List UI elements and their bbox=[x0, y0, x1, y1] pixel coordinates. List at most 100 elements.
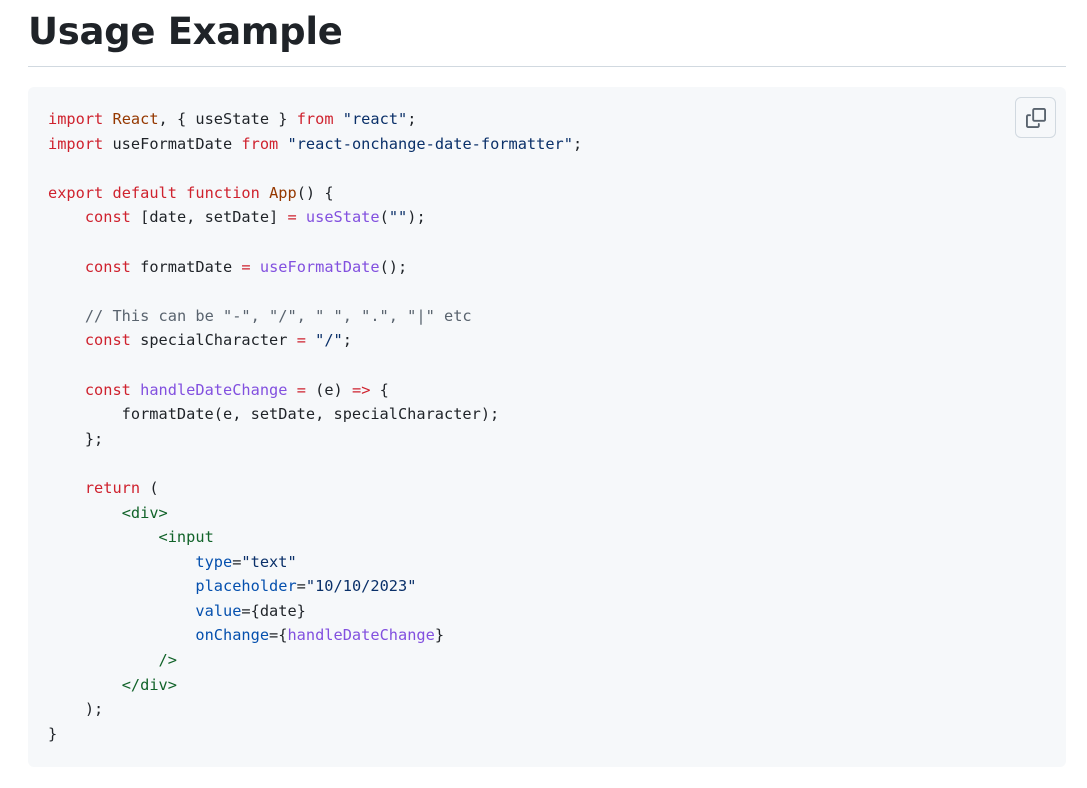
code-line: onChange={handleDateChange} bbox=[48, 623, 582, 648]
code-token: onChange bbox=[195, 626, 270, 645]
code-token: ={date} bbox=[241, 601, 306, 620]
code-line: value={date} bbox=[48, 599, 582, 624]
code-token: const bbox=[84, 331, 131, 350]
code-token: = bbox=[287, 208, 297, 227]
code-token: [date, setDate] bbox=[130, 208, 288, 227]
code-token: </div> bbox=[121, 675, 177, 694]
code-token: ={ bbox=[269, 626, 288, 645]
code-token: = bbox=[241, 257, 251, 276]
code-line: const handleDateChange = (e) => { bbox=[48, 378, 582, 403]
code-token: type bbox=[195, 552, 233, 571]
code-token: ; bbox=[407, 110, 417, 128]
code-token: formatDate(e, setDate, specialCharacter)… bbox=[48, 405, 500, 424]
code-token: handleDateChange bbox=[287, 626, 435, 645]
code-token: "/" bbox=[315, 331, 343, 350]
code-line: import React, { useState } from "react"; bbox=[48, 107, 582, 132]
code-line: ); bbox=[48, 697, 582, 722]
code-token: { bbox=[370, 380, 389, 399]
code-line: ​ bbox=[48, 353, 582, 378]
code-line: ​ bbox=[48, 279, 582, 304]
code-line: /> bbox=[48, 648, 582, 673]
code-token: default bbox=[112, 183, 177, 202]
code-token: // This can be "-", "/", " ", ".", "|" e… bbox=[84, 306, 472, 325]
code-line: type="text" bbox=[48, 550, 582, 575]
code-token: <div> bbox=[121, 503, 168, 522]
code-line: placeholder="10/10/2023" bbox=[48, 574, 582, 599]
code-token: handleDateChange bbox=[140, 380, 288, 399]
code-line: formatDate(e, setDate, specialCharacter)… bbox=[48, 402, 582, 427]
code-line: ​ bbox=[48, 230, 582, 255]
code-token: ; bbox=[572, 134, 583, 153]
code-token: placeholder bbox=[195, 577, 297, 596]
code-token: const bbox=[84, 380, 131, 399]
code-token: = bbox=[296, 331, 306, 350]
code-token: ( bbox=[140, 478, 159, 497]
code-token: }; bbox=[48, 429, 104, 448]
code-line: }; bbox=[48, 427, 582, 452]
code-token: (); bbox=[379, 257, 408, 276]
code-token: "text" bbox=[241, 552, 297, 571]
code-token: from bbox=[241, 134, 279, 153]
code-token: useFormatDate bbox=[103, 134, 242, 153]
code-line: const formatDate = useFormatDate(); bbox=[48, 255, 582, 280]
code-line: } bbox=[48, 722, 582, 747]
copy-icon bbox=[1025, 107, 1046, 128]
code-line: return ( bbox=[48, 476, 582, 501]
code-line: ​ bbox=[48, 156, 582, 181]
code-token: specialCharacter bbox=[130, 331, 297, 350]
code-line: import useFormatDate from "react-onchang… bbox=[48, 132, 582, 157]
code-content: import React, { useState } from "react";… bbox=[48, 107, 582, 746]
code-token: ); bbox=[48, 700, 104, 719]
code-block: import React, { useState } from "react";… bbox=[28, 87, 1066, 767]
code-token: App bbox=[269, 183, 297, 202]
heading-divider bbox=[28, 66, 1066, 67]
code-token: () { bbox=[296, 183, 334, 202]
code-token: } bbox=[48, 724, 58, 743]
code-token: "react" bbox=[342, 110, 408, 128]
code-token: from bbox=[296, 110, 334, 128]
code-token: import bbox=[48, 134, 104, 153]
code-token: useState bbox=[305, 208, 380, 227]
code-line: // This can be "-", "/", " ", ".", "|" e… bbox=[48, 304, 582, 329]
code-token: "10/10/2023" bbox=[305, 577, 417, 596]
code-token: const bbox=[84, 257, 131, 276]
code-token: export bbox=[48, 183, 104, 202]
code-line: export default function App() { bbox=[48, 181, 582, 206]
code-line: <div> bbox=[48, 501, 582, 526]
copy-code-button[interactable] bbox=[1015, 97, 1056, 138]
code-token: useFormatDate bbox=[259, 257, 380, 276]
code-line: ​ bbox=[48, 451, 582, 476]
code-token: const bbox=[84, 208, 131, 227]
code-token: <input bbox=[158, 528, 214, 547]
code-token: } bbox=[434, 626, 445, 645]
code-token: ( bbox=[379, 208, 389, 227]
code-token: React bbox=[112, 110, 159, 128]
code-token: ; bbox=[342, 331, 352, 350]
code-token: = bbox=[296, 380, 306, 399]
code-token: "react-onchange-date-formatter" bbox=[287, 134, 573, 153]
code-line: const [date, setDate] = useState(""); bbox=[48, 205, 582, 230]
code-line: <input bbox=[48, 525, 582, 550]
code-token: value bbox=[195, 601, 242, 620]
code-token: = bbox=[296, 577, 306, 596]
code-token: => bbox=[351, 380, 371, 399]
code-line: const specialCharacter = "/"; bbox=[48, 328, 582, 353]
